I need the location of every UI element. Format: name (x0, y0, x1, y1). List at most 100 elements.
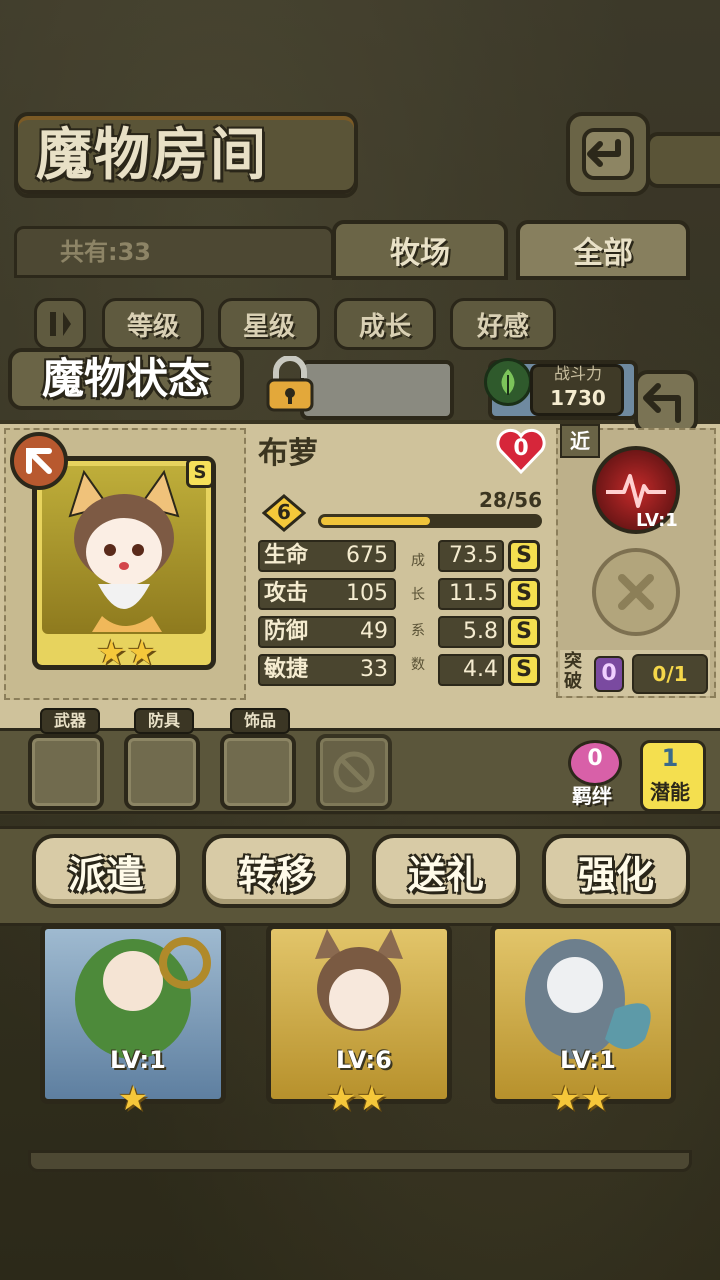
bond-label: 羁绊 (572, 784, 612, 808)
star-icon: ★ (356, 1079, 387, 1119)
breakthrough-count: 0 (594, 656, 624, 692)
monster-name: 布萝 (258, 436, 318, 471)
level-badge: 6 (262, 494, 306, 532)
stat-value: 49 (360, 619, 388, 644)
accessory-slot[interactable] (220, 734, 296, 810)
slot-label-weapon: 武器 (40, 708, 100, 734)
monster-portrait-icon (68, 469, 180, 632)
growth-defense: 5.8 (438, 616, 504, 648)
monster-card[interactable] (266, 924, 452, 1104)
growth-label-char: 数 (411, 657, 425, 673)
locked-slot[interactable] (316, 734, 392, 810)
star-icon: ★ (96, 633, 127, 673)
slot-label-armor: 防具 (134, 708, 194, 734)
close-x-icon (618, 574, 654, 610)
growth-grade: S (508, 540, 540, 572)
empty-skill-slot[interactable] (592, 548, 680, 636)
sort-by-level-button[interactable]: 等级 (102, 298, 204, 350)
growth-grade: S (508, 654, 540, 686)
monster-card[interactable] (40, 924, 226, 1104)
stat-attack: 攻击 105 (258, 578, 396, 610)
stat-agility: 敏捷 33 (258, 654, 396, 686)
stat-defense: 防御 49 (258, 616, 396, 648)
leaf-icon (501, 369, 515, 395)
monster-portrait (42, 466, 206, 634)
growth-agility: 4.4 (438, 654, 504, 686)
tab-all[interactable]: 全部 (516, 220, 690, 280)
bond-count: 0 (587, 746, 603, 771)
growth-label-char: 成 (411, 553, 425, 569)
weapon-slot[interactable] (28, 734, 104, 810)
portrait-stars: ★ ★ (96, 636, 157, 670)
stat-label: 防御 (264, 619, 309, 644)
sort-toggle-button[interactable] (34, 298, 86, 350)
potential-label: 潜能 (650, 780, 690, 804)
slot-label-accessory: 饰品 (230, 708, 290, 734)
exp-bar-fill (321, 517, 430, 525)
bond-button[interactable]: 0 羁绊 (562, 740, 622, 808)
level-value: 6 (277, 500, 291, 524)
close-status-button[interactable] (634, 370, 698, 434)
growth-grade: S (508, 616, 540, 648)
growth-label-char: 系 (411, 623, 425, 639)
list-bottom-frame (28, 1150, 692, 1172)
tab-ranch[interactable]: 牧场 (332, 220, 508, 280)
growth-grade: S (508, 578, 540, 610)
star-icon: ★ (580, 1079, 611, 1119)
sort-by-star-button[interactable]: 星级 (218, 298, 320, 350)
affection-badge: 0 (494, 426, 548, 476)
power-label: 战斗力 (553, 364, 602, 383)
back-arrow-icon (582, 128, 634, 180)
card-stars: ★ (118, 1082, 148, 1116)
potential-button[interactable]: 1 潜能 (640, 740, 706, 812)
sort-icon (50, 312, 71, 336)
stat-hp: 生命 675 (258, 540, 396, 572)
gift-button[interactable]: 送礼 (372, 834, 520, 908)
star-icon: ★ (126, 633, 157, 673)
monster-card[interactable] (490, 924, 676, 1104)
monster-count: 共有:33 (60, 238, 151, 266)
transfer-button[interactable]: 转移 (202, 834, 350, 908)
card-level: LV:6 (336, 1046, 392, 1074)
sort-by-affection-button[interactable]: 好感 (450, 298, 556, 350)
card-level: LV:1 (110, 1046, 166, 1074)
lock-icon (266, 355, 314, 412)
star-icon: ★ (326, 1079, 357, 1119)
exp-text: 28/56 (479, 488, 542, 512)
page-title: 魔物房间 (36, 122, 268, 188)
card-stars: ★ ★ (550, 1082, 611, 1116)
stat-value: 33 (360, 657, 388, 682)
element-leaf-icon (484, 358, 532, 406)
skill-level: LV:1 (636, 510, 678, 531)
sort-by-growth-button[interactable]: 成长 (334, 298, 436, 350)
stat-value: 105 (346, 581, 388, 606)
class-badge (10, 432, 68, 490)
status-title: 魔物状态 (8, 348, 244, 410)
armor-slot[interactable] (124, 734, 200, 810)
header-right-frame (646, 132, 720, 188)
potential-count: 1 (661, 744, 679, 772)
return-arrow-icon (643, 383, 681, 423)
dispatch-button[interactable]: 派遣 (32, 834, 180, 908)
star-icon: ★ (550, 1079, 581, 1119)
power-value: 1730 (550, 386, 606, 410)
monster-card-partial[interactable] (300, 360, 454, 420)
arrow-class-icon (26, 448, 52, 474)
back-button[interactable] (566, 112, 650, 196)
growth-hp: 73.5 (438, 540, 504, 572)
stat-value: 675 (346, 543, 388, 568)
lock-button[interactable] (262, 355, 318, 414)
growth-attack: 11.5 (438, 578, 504, 610)
enhance-button[interactable]: 强化 (542, 834, 690, 908)
card-stars: ★ ★ (326, 1082, 387, 1116)
card-level: LV:1 (560, 1046, 616, 1074)
attack-type-tag: 近 (560, 424, 600, 458)
breakthrough-progress: 0/1 (632, 654, 708, 694)
stat-label: 生命 (264, 543, 309, 568)
stat-label: 敏捷 (264, 657, 309, 682)
affection-value: 0 (513, 436, 529, 461)
breakthrough-label: 突破 (564, 651, 582, 692)
star-icon: ★ (118, 1079, 149, 1119)
stat-label: 攻击 (264, 581, 309, 606)
growth-label-char: 长 (411, 587, 425, 603)
